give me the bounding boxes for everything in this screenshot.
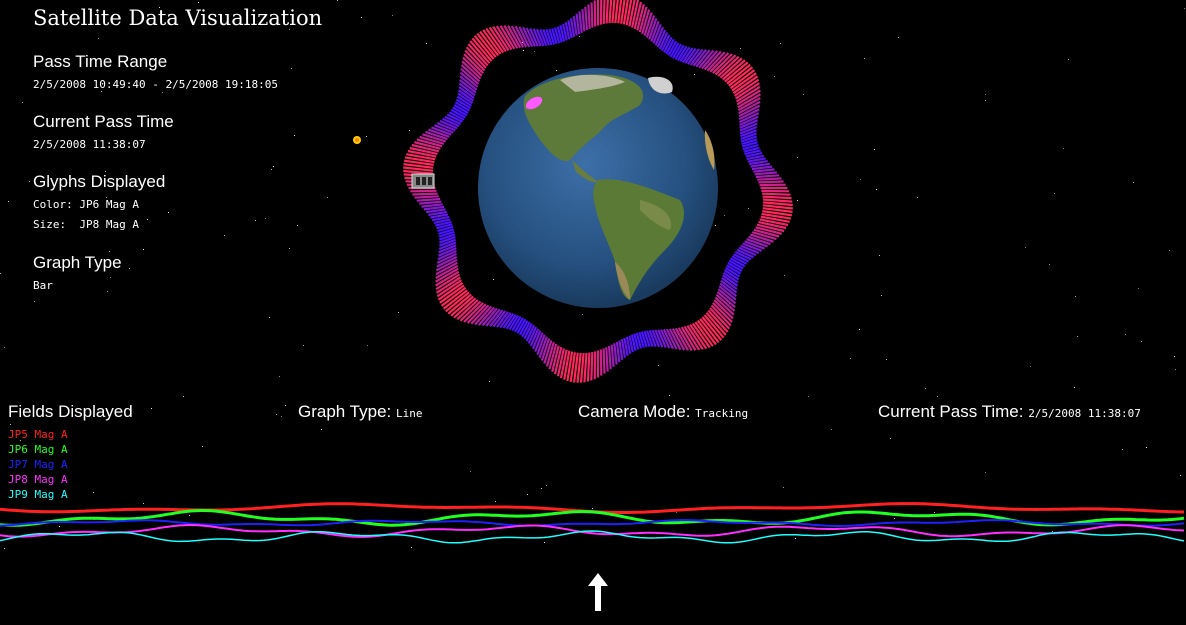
line-graph[interactable] bbox=[0, 502, 1185, 544]
pass-time-range-heading: Pass Time Range bbox=[33, 52, 168, 71]
field-legend-item: JP8 Mag A bbox=[8, 473, 68, 486]
camera-mode-label: Camera Mode: bbox=[578, 402, 691, 421]
graph-type-status: Graph Type: Line bbox=[298, 402, 422, 422]
graph-type-status-value: Line bbox=[395, 407, 423, 420]
graph-type-value: Bar bbox=[33, 279, 53, 292]
app-title: Satellite Data Visualization bbox=[33, 6, 323, 30]
satellite-icon[interactable] bbox=[411, 173, 435, 189]
current-pass-time-status-label: Current Pass Time: bbox=[878, 402, 1024, 421]
graph-type-status-label: Graph Type: bbox=[298, 402, 392, 421]
field-legend-item: JP7 Mag A bbox=[8, 458, 68, 471]
fields-displayed-heading: Fields Displayed bbox=[8, 402, 133, 421]
glyph-size-field: Size: JP8 Mag A bbox=[33, 218, 139, 231]
earth-globe[interactable] bbox=[478, 68, 718, 308]
field-legend-item: JP9 Mag A bbox=[8, 488, 68, 501]
current-pass-time-status: Current Pass Time: 2/5/2008 11:38:07 bbox=[878, 402, 1141, 422]
field-legend-item: JP5 Mag A bbox=[8, 428, 68, 441]
camera-mode-status: Camera Mode: Tracking bbox=[578, 402, 748, 422]
pass-time-range-value: 2/5/2008 10:49:40 - 2/5/2008 19:18:05 bbox=[33, 78, 279, 91]
scene-canvas[interactable] bbox=[0, 0, 1186, 625]
current-pass-time-heading: Current Pass Time bbox=[33, 112, 174, 131]
glyph-color-field: Color: JP6 Mag A bbox=[33, 198, 139, 211]
glyphs-displayed-heading: Glyphs Displayed bbox=[33, 172, 166, 191]
current-pass-time-status-value: 2/5/2008 11:38:07 bbox=[1028, 407, 1141, 420]
current-time-arrow-icon[interactable] bbox=[588, 573, 608, 611]
field-legend-item: JP6 Mag A bbox=[8, 443, 68, 456]
sun-icon[interactable] bbox=[353, 136, 361, 144]
current-pass-time-value: 2/5/2008 11:38:07 bbox=[33, 138, 146, 151]
graph-type-heading: Graph Type bbox=[33, 253, 122, 272]
camera-mode-value: Tracking bbox=[695, 407, 749, 420]
